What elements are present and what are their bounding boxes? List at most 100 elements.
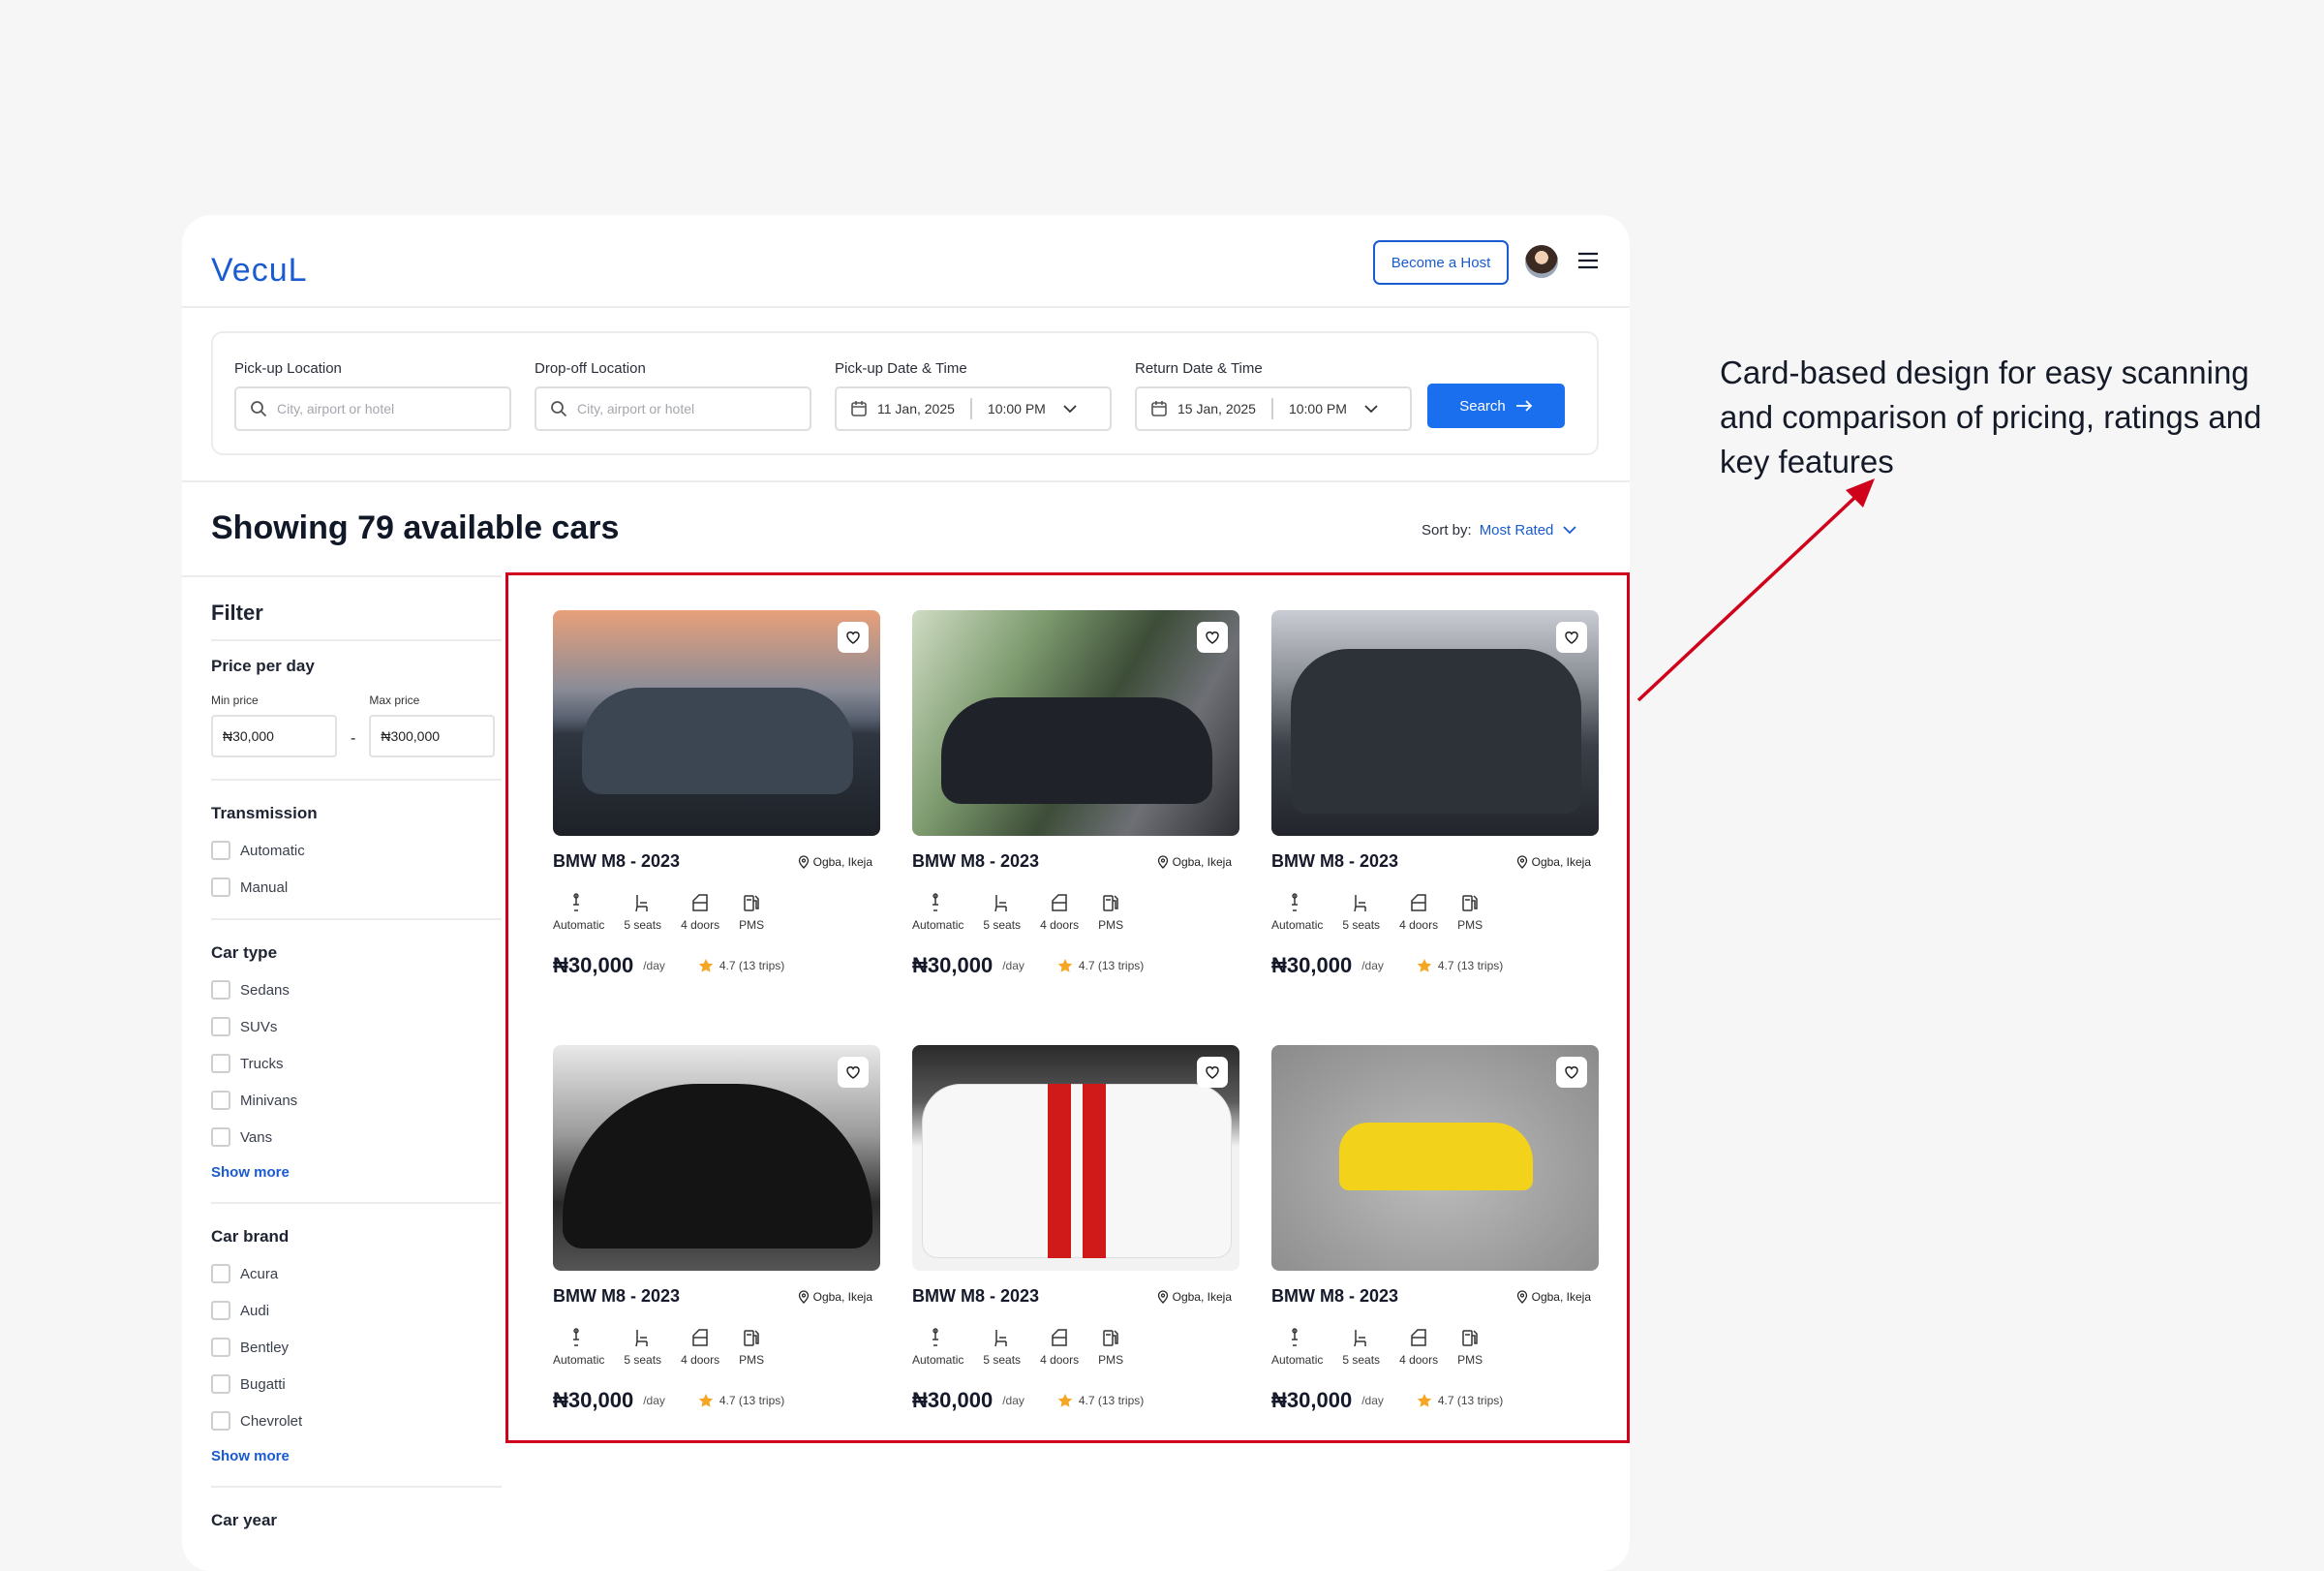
checkbox[interactable] — [211, 1127, 230, 1147]
checkbox[interactable] — [211, 980, 230, 1000]
car-year-filter: Car year — [211, 1486, 502, 1530]
return-date: 15 Jan, 2025 — [1177, 401, 1256, 416]
option-label: Minivans — [240, 1092, 298, 1109]
pickup-time: 10:00 PM — [987, 401, 1046, 416]
checkbox-acura[interactable]: Acura — [211, 1264, 502, 1283]
checkbox-audi[interactable]: Audi — [211, 1301, 502, 1320]
chevron-down-icon[interactable] — [1061, 400, 1079, 417]
return-datetime-label: Return Date & Time — [1135, 360, 1263, 377]
pickup-location-placeholder: City, airport or hotel — [277, 401, 395, 416]
dropoff-location-input[interactable]: City, airport or hotel — [535, 386, 811, 431]
arrow-right-icon — [1515, 400, 1533, 412]
search-button-label: Search — [1459, 397, 1506, 415]
checkbox[interactable] — [211, 1301, 230, 1320]
transmission-title: Transmission — [211, 804, 318, 822]
checkbox-suvs[interactable]: SUVs — [211, 1017, 502, 1036]
checkbox[interactable] — [211, 1017, 230, 1036]
annotation-text: Card-based design for easy scanning and … — [1720, 354, 2262, 479]
calendar-icon — [851, 401, 867, 416]
pickup-location-input[interactable]: City, airport or hotel — [234, 386, 511, 431]
checkbox[interactable] — [211, 841, 230, 860]
car-brand-filter: Car brand Acura Audi Bentley Bugatti Che… — [211, 1202, 502, 1464]
chevron-down-icon — [1563, 526, 1577, 535]
dropoff-location-label: Drop-off Location — [535, 360, 646, 377]
max-price-group: Max price ₦300,000 — [369, 693, 496, 757]
top-header: VecuL Become a Host — [182, 215, 1630, 308]
checkbox[interactable] — [211, 1054, 230, 1073]
price-filter-title: Price per day — [211, 657, 315, 675]
option-label: Acura — [240, 1265, 279, 1282]
return-datetime-field: Return Date & Time 15 Jan, 2025 10:00 PM — [1135, 360, 1412, 431]
option-label: Sedans — [240, 981, 290, 999]
become-host-button[interactable]: Become a Host — [1373, 240, 1509, 285]
checkbox[interactable] — [211, 1374, 230, 1394]
car-type-filter: Car type Sedans SUVs Trucks Minivans Van… — [211, 918, 502, 1181]
pickup-location-label: Pick-up Location — [234, 360, 342, 377]
checkbox-trucks[interactable]: Trucks — [211, 1054, 502, 1073]
min-price-label: Min price — [211, 693, 259, 707]
annotation-arrow — [1636, 478, 1875, 702]
divider — [969, 398, 972, 419]
checkbox[interactable] — [211, 1264, 230, 1283]
car-type-show-more-link[interactable]: Show more — [211, 1164, 502, 1181]
calendar-icon — [1151, 401, 1167, 416]
sort-label: Sort by: — [1422, 521, 1472, 539]
sort-dropdown[interactable]: Sort by: Most Rated — [1422, 521, 1578, 539]
checkbox-chevrolet[interactable]: Chevrolet — [211, 1411, 502, 1431]
search-section: Pick-up Location City, airport or hotel … — [182, 308, 1630, 482]
highlight-box — [505, 572, 1630, 1443]
filter-sidebar: Filter Price per day Min price ₦30,000 -… — [211, 601, 502, 1548]
checkbox-sedans[interactable]: Sedans — [211, 980, 502, 1000]
option-label: Manual — [240, 878, 289, 896]
option-label: Vans — [240, 1128, 273, 1146]
dropoff-location-field: Drop-off Location City, airport or hotel — [535, 360, 811, 431]
search-icon — [251, 401, 267, 417]
checkbox-bugatti[interactable]: Bugatti — [211, 1374, 502, 1394]
option-label: Trucks — [240, 1055, 284, 1072]
filter-title: Filter — [211, 601, 502, 641]
user-avatar[interactable] — [1525, 245, 1558, 278]
max-price-input[interactable]: ₦300,000 — [369, 715, 496, 757]
checkbox[interactable] — [211, 878, 230, 897]
option-label: Bugatti — [240, 1375, 286, 1393]
pickup-datetime-input[interactable]: 11 Jan, 2025 10:00 PM — [835, 386, 1112, 431]
option-label: SUVs — [240, 1018, 278, 1035]
checkbox[interactable] — [211, 1091, 230, 1110]
results-heading: Showing 79 available cars — [211, 509, 620, 546]
min-price-group: Min price ₦30,000 — [211, 693, 337, 757]
car-type-title: Car type — [211, 943, 278, 962]
checkbox-manual[interactable]: Manual — [211, 878, 502, 897]
return-datetime-input[interactable]: 15 Jan, 2025 10:00 PM — [1135, 386, 1412, 431]
checkbox-minivans[interactable]: Minivans — [211, 1091, 502, 1110]
return-time: 10:00 PM — [1288, 401, 1347, 416]
checkbox-vans[interactable]: Vans — [211, 1127, 502, 1147]
checkbox-bentley[interactable]: Bentley — [211, 1338, 502, 1357]
checkbox-automatic[interactable]: Automatic — [211, 841, 502, 860]
hamburger-menu-icon[interactable] — [1577, 250, 1599, 271]
option-label: Audi — [240, 1302, 270, 1319]
pickup-location-field: Pick-up Location City, airport or hotel — [234, 360, 511, 431]
price-range: Min price ₦30,000 - Max price ₦300,000 — [211, 693, 502, 757]
transmission-filter: Transmission Automatic Manual — [211, 779, 502, 897]
dropoff-location-placeholder: City, airport or hotel — [577, 401, 695, 416]
car-brand-title: Car brand — [211, 1227, 290, 1246]
divider — [1270, 398, 1273, 419]
divider — [182, 575, 502, 577]
sort-value: Most Rated — [1479, 521, 1554, 539]
checkbox[interactable] — [211, 1338, 230, 1357]
option-label: Automatic — [240, 842, 305, 859]
car-brand-show-more-link[interactable]: Show more — [211, 1448, 502, 1464]
search-icon — [551, 401, 567, 417]
min-price-input[interactable]: ₦30,000 — [211, 715, 337, 757]
pickup-datetime-label: Pick-up Date & Time — [835, 360, 967, 377]
checkbox[interactable] — [211, 1411, 230, 1431]
brand-logo[interactable]: VecuL — [211, 252, 308, 290]
range-dash: - — [351, 730, 356, 747]
chevron-down-icon[interactable] — [1362, 400, 1380, 417]
option-label: Bentley — [240, 1339, 290, 1356]
search-button[interactable]: Search — [1427, 384, 1565, 428]
option-label: Chevrolet — [240, 1412, 303, 1430]
pickup-datetime-field: Pick-up Date & Time 11 Jan, 2025 10:00 P… — [835, 360, 1112, 431]
pickup-date: 11 Jan, 2025 — [877, 401, 955, 416]
max-price-label: Max price — [369, 693, 420, 707]
